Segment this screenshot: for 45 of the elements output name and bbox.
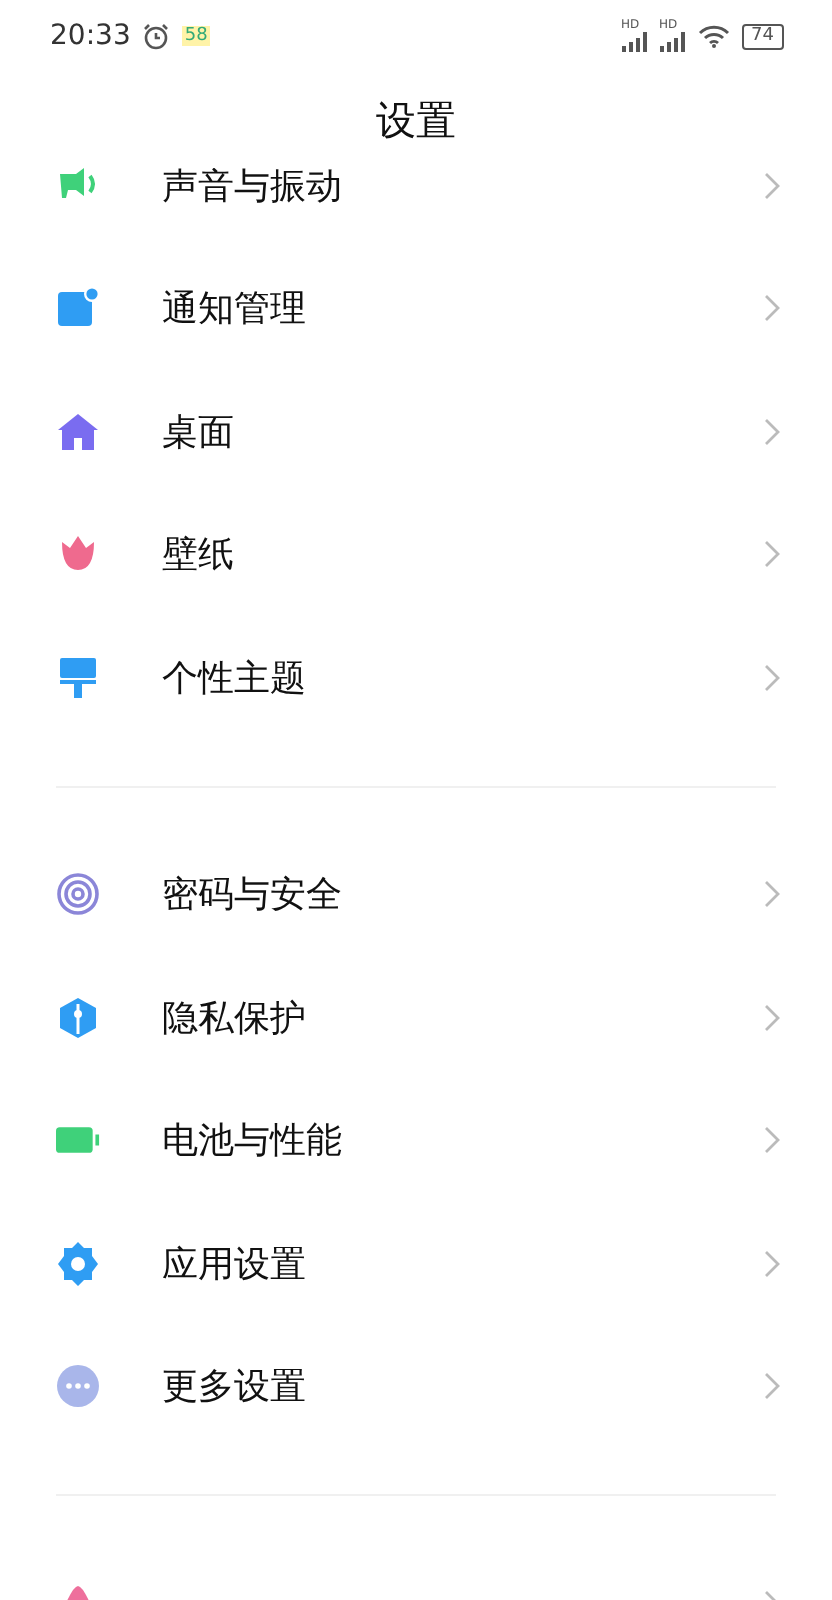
item-label: 电池与性能 [162,1118,342,1165]
chevron-right-icon [764,663,780,692]
item-label: 个性主题 [162,655,306,702]
settings-item[interactable]: 应用设置 [0,1202,832,1325]
gear-icon [56,1241,100,1286]
house-icon [56,411,100,452]
notification-badge: 58 [182,26,210,46]
settings-item[interactable]: 桌面 [0,370,832,493]
settings-item[interactable]: 隐私保护 [0,956,832,1079]
chevron-right-icon [764,1003,780,1032]
settings-item[interactable]: 更多设置 [0,1325,832,1448]
chevron-right-icon [764,880,780,909]
fingerprint-icon [56,872,100,917]
item-label: 通知管理 [162,286,306,333]
item-label: 更多设置 [162,1364,306,1411]
chevron-right-icon [764,1372,780,1401]
signal-icon [659,31,686,51]
tulip-icon [58,534,98,575]
chevron-right-icon [764,1249,780,1278]
chevron-right-icon [764,417,780,446]
settings-item[interactable]: 个性主题 [0,616,832,739]
alarm-clock-icon [142,22,171,50]
notification-icon [56,286,100,331]
wifi-icon [697,24,730,48]
chevron-right-icon [764,294,780,323]
chevron-right-icon [764,171,780,200]
chevron-right-icon [764,540,780,569]
settings-item[interactable]: 通知管理 [0,247,832,370]
item-label: 密码与安全 [162,872,342,919]
settings-item[interactable]: 壁纸 [0,493,832,616]
battery-level: 74 [741,23,784,49]
battery-icon [56,1126,100,1155]
shield-icon [58,995,98,1040]
status-time: 20:33 [50,20,131,52]
chevron-right-icon [764,1126,780,1155]
settings-item[interactable]: 密码与安全 [0,833,832,956]
page-title: 设置 [376,93,456,147]
item-label: 隐私保护 [162,995,306,1042]
item-label: 应用设置 [162,1241,306,1288]
signal-icon [621,31,648,51]
item-label: 桌面 [162,409,234,456]
more-icon [56,1364,100,1409]
settings-item[interactable]: 电池与性能 [0,1079,832,1202]
item-label: 壁纸 [162,532,234,579]
paint-roller-icon [58,655,98,700]
